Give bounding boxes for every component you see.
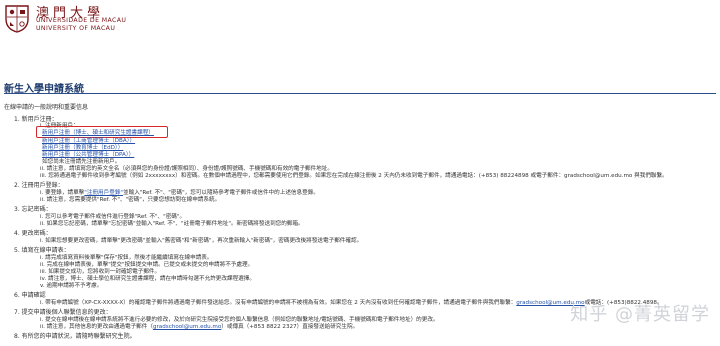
logo-english-name: UNIVERSITY OF MACAU <box>36 25 116 32</box>
watermark-text: 知乎 @菁英留学 <box>570 304 710 325</box>
university-emblem-icon <box>5 5 29 33</box>
title-divider <box>4 93 716 94</box>
site-header: 澳門大學 UNIVERSIDADE DE MACAU UNIVERSITY OF… <box>0 0 720 40</box>
section-contact-item-ii: ii. 請注意，其他信息的更改由通過電子郵件（gradschool@um.edu… <box>40 322 358 330</box>
logo-portuguese-name: UNIVERSIDADE DE MACAU <box>36 17 127 24</box>
section-confirmation-item-i: i. 帶有申請編號（XP-CX-XXXX-X）的確認電子郵件將通過電子郵件發送給… <box>40 298 663 306</box>
gradschool-email-link-2[interactable]: gradschool@um.edu.mo <box>153 324 221 330</box>
section-form-item-v: v. 逾期申請將不予考慮。 <box>40 283 103 289</box>
confirmation-text: i. 帶有申請編號（XP-CX-XXXX-X）的確認電子郵件將通過電子郵件發送給… <box>40 300 517 306</box>
section-forgot-item-ii: ii. 如果您忘記密碼，請單擊"忘記密碼"並輸入"Ref. 不"、"註冊電子郵件… <box>40 221 304 227</box>
contact-change-text: ii. 請注意，其他信息的更改由通過電子郵件（ <box>40 324 153 330</box>
section-login-item-ii: ii. 請注意，您需要提供"Ref. 不"、"密碼"，只要您想訪問在線申請系統。 <box>40 197 221 203</box>
section-change-item-i: i. 如果您想要更改密碼，請單擊"更改密碼"並輸入"舊密碼"和"新密碼"，再次重… <box>40 238 363 244</box>
register-link-doctoral-masters[interactable]: 新用戶注冊（博士、碩士和研究生證書課程） <box>42 128 154 136</box>
section-new-user-item-iii: iii. 您將通過電子郵件收到參考編號（例如 2xxxxxxxx）和密碼。在數個… <box>40 173 668 179</box>
section-status: 8. 有所您的申請狀況，請隨時聯繫研究生院。 <box>14 333 136 340</box>
contact-change-rest: ）或傳真（+853 8822 2327）直接發送給研究生院。 <box>221 324 359 330</box>
intro-text: 在線申請的一般說明和重要信息 <box>4 104 89 111</box>
